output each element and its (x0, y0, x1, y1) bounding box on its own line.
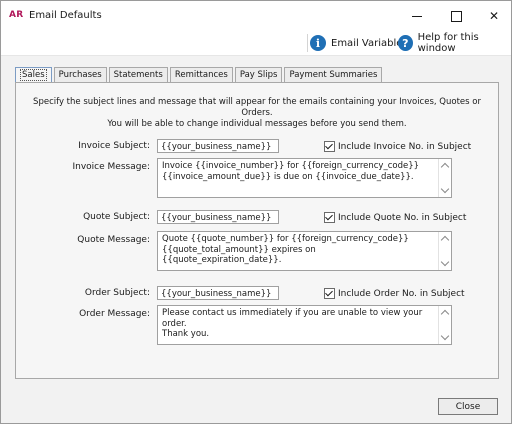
scroll-up-icon[interactable] (440, 235, 450, 245)
include-order-no-label: Include Order No. in Subject (338, 288, 465, 299)
include-quote-no-label: Include Quote No. in Subject (338, 212, 467, 223)
tab-statements[interactable]: Statements (108, 67, 168, 82)
email-defaults-window: AR Email Defaults ✕ i Email Variables ? … (0, 0, 512, 424)
help-bar: i Email Variables ? Help for this window (1, 31, 511, 56)
help-label: Help for this window (417, 32, 479, 54)
include-order-no-checkbox[interactable]: Include Order No. in Subject (324, 288, 465, 299)
title-bar: AR Email Defaults ✕ (1, 1, 511, 31)
help-icon: ? (398, 35, 413, 51)
invoice-message-scrollbar[interactable] (438, 159, 451, 197)
email-variables-link[interactable]: i Email Variables (310, 34, 408, 52)
quote-message-label: Quote Message: (77, 235, 150, 245)
tab-remittances[interactable]: Remittances (169, 67, 233, 82)
scroll-down-icon[interactable] (440, 184, 450, 194)
order-message-textarea[interactable]: Please contact us immediately if you are… (157, 305, 452, 345)
instructions-line-1: Specify the subject lines and message th… (33, 97, 481, 118)
help-link[interactable]: ? Help for this window (398, 32, 511, 54)
tab-bar: Sales Purchases Statements Remittances P… (15, 67, 384, 82)
order-message-text: Please contact us immediately if you are… (162, 308, 423, 339)
quote-message-scrollbar[interactable] (438, 232, 451, 270)
window-title: Email Defaults (29, 10, 102, 21)
scroll-up-icon[interactable] (440, 309, 450, 319)
checkbox-checked-icon (324, 141, 335, 152)
close-window-button[interactable]: ✕ (479, 5, 509, 27)
order-message-scrollbar[interactable] (438, 306, 451, 344)
scroll-down-icon[interactable] (440, 331, 450, 341)
maximize-button[interactable] (441, 5, 471, 27)
scroll-down-icon[interactable] (440, 257, 450, 267)
tab-pay-slips[interactable]: Pay Slips (234, 67, 283, 82)
minimize-button[interactable] (402, 5, 432, 27)
help-bar-divider (307, 34, 308, 52)
order-message-label: Order Message: (79, 309, 150, 319)
invoice-message-label: Invoice Message: (72, 162, 150, 172)
quote-subject-input[interactable]: {{your_business_name}} (157, 210, 279, 224)
quote-message-text: Quote {{quote_number}} for {{foreign_cur… (162, 234, 409, 265)
order-subject-input[interactable]: {{your_business_name}} (157, 286, 279, 300)
include-invoice-no-label: Include Invoice No. in Subject (338, 141, 472, 152)
invoice-subject-label: Invoice Subject: (78, 141, 150, 151)
invoice-message-text: Invoice {{invoice_number}} for {{foreign… (162, 161, 420, 182)
tab-payment-summaries[interactable]: Payment Summaries (284, 67, 383, 82)
order-subject-label: Order Subject: (84, 288, 150, 298)
invoice-message-textarea[interactable]: Invoice {{invoice_number}} for {{foreign… (157, 158, 452, 198)
app-logo: AR (9, 10, 24, 20)
instructions: Specify the subject lines and message th… (24, 97, 490, 130)
checkbox-checked-icon (324, 212, 335, 223)
checkbox-checked-icon (324, 288, 335, 299)
email-variables-label: Email Variables (331, 37, 408, 49)
close-button[interactable]: Close (438, 398, 498, 415)
include-quote-no-checkbox[interactable]: Include Quote No. in Subject (324, 212, 466, 223)
scroll-up-icon[interactable] (440, 162, 450, 172)
maximize-icon (450, 10, 462, 22)
sales-panel: Specify the subject lines and message th… (15, 82, 499, 379)
close-icon: ✕ (488, 9, 500, 23)
tab-purchases[interactable]: Purchases (53, 67, 107, 82)
quote-message-textarea[interactable]: Quote {{quote_number}} for {{foreign_cur… (157, 231, 452, 271)
quote-subject-label: Quote Subject: (83, 212, 150, 222)
invoice-subject-input[interactable]: {{your_business_name}} (157, 139, 279, 153)
include-invoice-no-checkbox[interactable]: Include Invoice No. in Subject (324, 141, 471, 152)
info-icon: i (310, 35, 326, 51)
minimize-icon (412, 15, 422, 17)
tab-sales[interactable]: Sales (15, 67, 52, 82)
instructions-line-2: You will be able to change individual me… (107, 119, 407, 129)
